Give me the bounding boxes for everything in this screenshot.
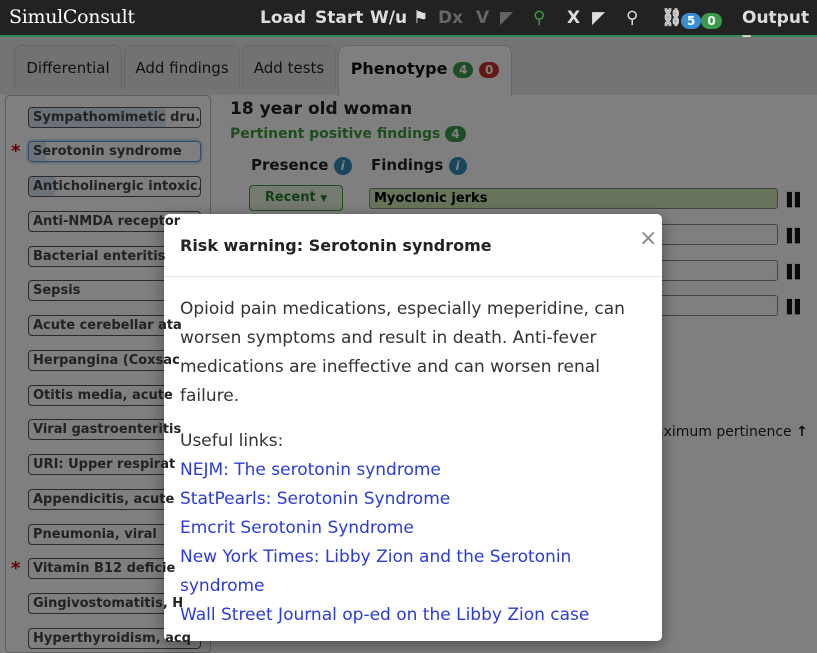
link-emcrit[interactable]: Emcrit Serotonin Syndrome xyxy=(180,514,640,543)
app-logo[interactable]: SimulConsult xyxy=(9,6,135,28)
useful-links-label: Useful links: xyxy=(180,431,284,451)
link-nejm[interactable]: NEJM: The serotonin syndrome xyxy=(180,456,640,485)
modal-body: Opioid pain medications, especially mepe… xyxy=(180,295,640,630)
link-wsj[interactable]: Wall Street Journal op-ed on the Libby Z… xyxy=(180,601,640,630)
useful-links: Useful links: NEJM: The serotonin syndro… xyxy=(180,427,640,630)
warning-text: Opioid pain medications, especially mepe… xyxy=(180,299,625,406)
dx-item[interactable]: Herpangina (Coxsac xyxy=(28,350,201,371)
dx-button[interactable]: Dx xyxy=(438,8,463,28)
dx-item[interactable]: Sympathomimetic dru... xyxy=(28,107,201,128)
close-icon[interactable]: × xyxy=(639,226,657,251)
x-button[interactable]: X xyxy=(567,8,580,28)
v-button[interactable]: V xyxy=(476,8,489,28)
modal-title: Risk warning: Serotonin syndrome xyxy=(180,236,492,255)
dx-item[interactable]: Anti-NMDA receptor xyxy=(28,211,201,232)
risk-warning-modal: Risk warning: Serotonin syndrome × Opioi… xyxy=(164,214,662,641)
dx-item[interactable]: Acute cerebellar ata xyxy=(28,315,201,336)
search-icon-secondary[interactable]: ⚲ xyxy=(626,8,638,28)
search-icon[interactable]: ⚲ xyxy=(533,8,545,28)
link-icon[interactable]: ⛓ xyxy=(661,8,683,28)
link-badges: 50 xyxy=(681,10,722,29)
dx-item[interactable]: Gingivostomatitis, H xyxy=(28,593,201,614)
dx-item[interactable]: Serotonin syndrome xyxy=(28,141,201,162)
link-nyt[interactable]: New York Times: Libby Zion and the Serot… xyxy=(180,543,640,601)
writeup-button[interactable]: W/u xyxy=(370,8,407,28)
dx-item[interactable]: Hyperthyroidism, acq xyxy=(28,628,201,649)
triangle-flag-icon[interactable]: ◤ xyxy=(592,8,605,28)
modal-header: Risk warning: Serotonin syndrome × xyxy=(164,214,662,277)
dx-item[interactable]: Anticholinergic intoxic... xyxy=(28,176,201,197)
badge-blue: 5 xyxy=(681,13,702,29)
start-button[interactable]: Start xyxy=(315,8,363,28)
load-button[interactable]: Load xyxy=(260,8,306,28)
top-navbar: SimulConsult Load Start W/u ⚑ Dx V ◤ ⚲ X… xyxy=(0,0,817,46)
flag-icon[interactable]: ⚑ xyxy=(413,8,428,28)
link-statpearls[interactable]: StatPearls: Serotonin Syndrome xyxy=(180,485,640,514)
dx-item[interactable]: Viral gastroenteritis xyxy=(28,419,201,440)
triangle-icon[interactable]: ◤ xyxy=(500,8,513,28)
badge-green: 0 xyxy=(701,13,722,29)
